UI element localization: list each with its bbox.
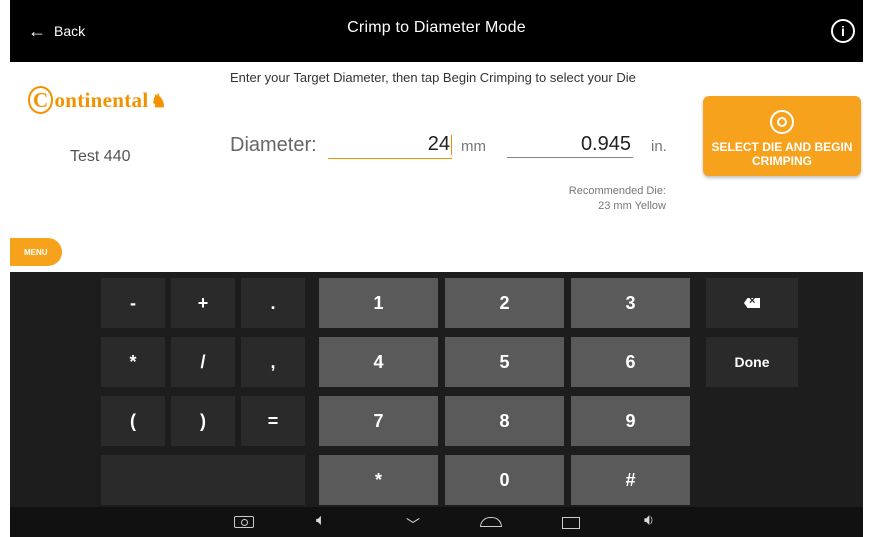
- key-6[interactable]: 6: [571, 337, 690, 387]
- key-slash[interactable]: /: [171, 337, 235, 387]
- select-die-button[interactable]: SELECT DIE AND BEGIN CRIMPING: [703, 96, 861, 176]
- text-cursor: [451, 134, 452, 155]
- mm-unit-label: mm: [461, 138, 486, 155]
- main-content: Continental ♞ Test 440 Enter your Target …: [10, 62, 863, 272]
- nav-home-icon[interactable]: [480, 517, 502, 527]
- key-3[interactable]: 3: [571, 278, 690, 328]
- key-asterisk[interactable]: *: [101, 337, 165, 387]
- screenshot-icon[interactable]: [234, 516, 254, 528]
- diameter-mm-value: 24: [427, 133, 450, 155]
- inch-unit-label: in.: [651, 138, 667, 155]
- done-button[interactable]: Done: [706, 337, 798, 387]
- nav-recent-apps-icon[interactable]: [562, 517, 580, 529]
- key-close-paren[interactable]: ): [171, 396, 235, 446]
- key-comma[interactable]: ,: [241, 337, 305, 387]
- key-hash[interactable]: #: [571, 455, 690, 505]
- key-0[interactable]: 0: [445, 455, 564, 505]
- key-7[interactable]: 7: [319, 396, 438, 446]
- key-minus[interactable]: -: [101, 278, 165, 328]
- app-frame: ← Back Crimp to Diameter Mode i Continen…: [10, 0, 863, 537]
- key-4[interactable]: 4: [319, 337, 438, 387]
- recommended-die: Recommended Die: 23 mm Yellow: [548, 184, 666, 214]
- top-bar: ← Back Crimp to Diameter Mode i: [10, 0, 863, 62]
- system-nav-bar: 🔈︎ ﹀ 🔉︎: [10, 507, 863, 537]
- diameter-label: Diameter:: [230, 134, 317, 156]
- key-star[interactable]: *: [319, 455, 438, 505]
- device-name: Test 440: [70, 148, 131, 165]
- key-1[interactable]: 1: [319, 278, 438, 328]
- die-icon: [770, 110, 794, 134]
- info-icon[interactable]: i: [831, 19, 855, 43]
- volume-up-icon[interactable]: 🔉︎: [644, 513, 654, 529]
- horse-icon: ♞: [150, 91, 167, 111]
- key-open-paren[interactable]: (: [101, 396, 165, 446]
- key-equals[interactable]: =: [241, 396, 305, 446]
- select-die-label: SELECT DIE AND BEGIN CRIMPING: [711, 140, 853, 168]
- key-period[interactable]: .: [241, 278, 305, 328]
- numeric-keyboard: - + . 1 2 3 * / , 4 5 6 Done ( ) = 7 8 9…: [10, 272, 863, 537]
- recommended-die-label: Recommended Die:: [568, 185, 666, 197]
- backspace-key[interactable]: [706, 278, 798, 328]
- page-title: Crimp to Diameter Mode: [347, 19, 526, 36]
- key-8[interactable]: 8: [445, 396, 564, 446]
- key-5[interactable]: 5: [445, 337, 564, 387]
- continental-logo: Continental ♞: [28, 86, 167, 114]
- menu-button[interactable]: MENU: [10, 238, 62, 266]
- volume-down-icon[interactable]: 🔈︎: [316, 513, 326, 529]
- backspace-icon: [744, 298, 760, 308]
- diameter-mm-input[interactable]: 24: [328, 130, 452, 159]
- diameter-inch-input[interactable]: 0.945: [507, 130, 633, 158]
- instruction-text: Enter your Target Diameter, then tap Beg…: [230, 70, 636, 85]
- key-plus[interactable]: +: [171, 278, 235, 328]
- nav-back-icon[interactable]: ﹀: [406, 512, 420, 537]
- key-2[interactable]: 2: [445, 278, 564, 328]
- recommended-die-value: 23 mm Yellow: [598, 200, 666, 212]
- key-9[interactable]: 9: [571, 396, 690, 446]
- key-space[interactable]: [101, 455, 305, 505]
